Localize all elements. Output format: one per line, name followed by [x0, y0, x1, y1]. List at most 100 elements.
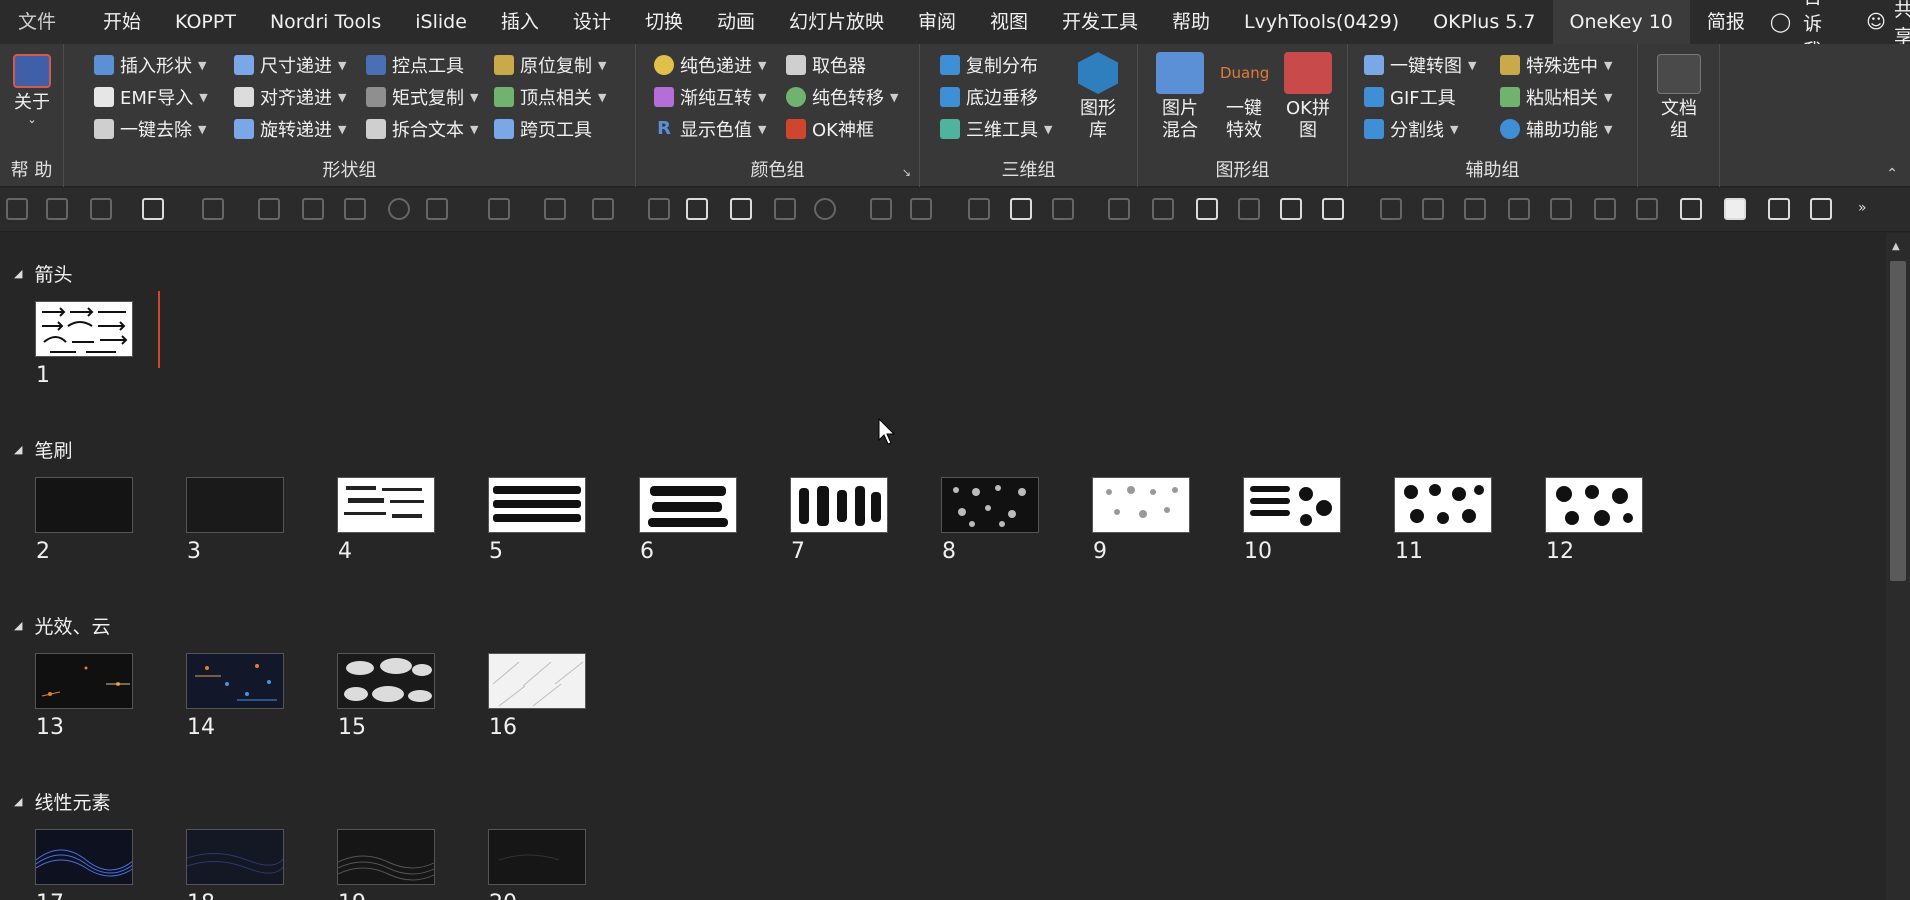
insert-shape-button[interactable]: 插入形状 ▼: [94, 50, 206, 80]
slide-thumbnail[interactable]: [35, 301, 133, 357]
bar-chart-icon[interactable]: [774, 198, 796, 220]
slide-thumbnail[interactable]: [1545, 477, 1643, 533]
one-click-remove-button[interactable]: 一键去除 ▼: [94, 114, 206, 144]
slide-thumbnail[interactable]: [790, 477, 888, 533]
copy-distribute-button[interactable]: 复制分布: [940, 50, 1038, 80]
vertical-scrollbar[interactable]: ▲: [1886, 233, 1910, 900]
shape-library-button[interactable]: 图形库: [1072, 52, 1124, 142]
tab-islide[interactable]: iSlide: [398, 0, 484, 44]
export-icon[interactable]: [1594, 198, 1616, 220]
paste-related-button[interactable]: 粘贴相关 ▼: [1500, 82, 1612, 112]
align-mid-icon[interactable]: [1464, 198, 1486, 220]
slide-thumbnail[interactable]: [488, 477, 586, 533]
dist-h-icon[interactable]: [1380, 198, 1402, 220]
font-a-icon[interactable]: [202, 198, 224, 220]
select-cursor-icon[interactable]: [1280, 198, 1302, 220]
slide-thumbnail[interactable]: [1092, 477, 1190, 533]
one-click-effect-button[interactable]: Duang 一键特效: [1214, 52, 1274, 142]
slide-thumbnail[interactable]: [488, 653, 586, 709]
about-button[interactable]: 关于 ⌄: [8, 54, 56, 126]
tab-nordri-tools[interactable]: Nordri Tools: [253, 0, 398, 44]
align-bottom-icon[interactable]: [1550, 198, 1572, 220]
slide-thumbnail[interactable]: [1243, 477, 1341, 533]
tab-animations[interactable]: 动画: [700, 0, 772, 44]
slide-thumbnail[interactable]: [337, 829, 435, 885]
align-progression-button[interactable]: 对齐递进 ▼: [234, 82, 346, 112]
crop-frame-icon[interactable]: [1680, 198, 1702, 220]
one-click-to-image-button[interactable]: 一键转图 ▼: [1364, 50, 1476, 80]
matrix-copy-button[interactable]: 矩式复制 ▼: [366, 82, 478, 112]
shadow-icon[interactable]: [1010, 198, 1032, 220]
more-tools-icon[interactable]: »: [1858, 200, 1867, 216]
gradient-solid-convert-button[interactable]: 渐纯互转 ▼: [654, 82, 766, 112]
tab-home[interactable]: 开始: [86, 0, 158, 44]
section-header-linear[interactable]: ◢ 线性元素: [14, 788, 110, 815]
document-group-button[interactable]: 文档组: [1652, 54, 1706, 142]
tab-view[interactable]: 视图: [973, 0, 1045, 44]
pen-icon[interactable]: [544, 198, 566, 220]
tab-review[interactable]: 审阅: [901, 0, 973, 44]
mountain-icon[interactable]: [1052, 198, 1074, 220]
frame-icon[interactable]: [1322, 198, 1344, 220]
hash-icon[interactable]: [302, 198, 324, 220]
slide-thumbnail[interactable]: [35, 829, 133, 885]
scrollbar-thumb[interactable]: [1890, 261, 1906, 581]
solid-progression-button[interactable]: 纯色递进 ▼: [654, 50, 766, 80]
gif-tool-button[interactable]: GIF工具: [1364, 82, 1456, 112]
3d-tools-button[interactable]: 三维工具 ▼: [940, 114, 1052, 144]
tab-okplus[interactable]: OKPlus 5.7: [1416, 0, 1552, 44]
tab-lvyhtools[interactable]: LvyhTools(0429): [1227, 0, 1416, 44]
white-square-icon[interactable]: [1724, 198, 1746, 220]
table-icon[interactable]: [870, 198, 892, 220]
solid-transfer-button[interactable]: 纯色转移 ▼: [786, 82, 898, 112]
dialog-launcher-icon[interactable]: ↘: [902, 166, 911, 179]
tab-transitions[interactable]: 切换: [628, 0, 700, 44]
picture-icon[interactable]: [1810, 198, 1832, 220]
section-header-arrows[interactable]: ◢ 箭头: [14, 260, 72, 287]
letter-a-icon[interactable]: [730, 198, 752, 220]
show-color-value-button[interactable]: R 显示色值 ▼: [654, 114, 766, 144]
circle-icon[interactable]: [388, 198, 410, 220]
tab-slideshow[interactable]: 幻灯片放映: [772, 0, 901, 44]
slide-thumbnail[interactable]: [186, 477, 284, 533]
aux-function-button[interactable]: 辅助功能 ▼: [1500, 114, 1612, 144]
ok-magic-frame-button[interactable]: OK神框: [786, 114, 874, 144]
align-top-icon[interactable]: [1508, 198, 1530, 220]
image-toolbar-icon[interactable]: [344, 198, 366, 220]
text-wen-icon[interactable]: [142, 198, 164, 220]
slide-thumbnail[interactable]: [941, 477, 1039, 533]
text-box-icon[interactable]: [90, 198, 112, 220]
fill-icon[interactable]: [488, 198, 510, 220]
tab-developer[interactable]: 开发工具: [1045, 0, 1155, 44]
textbox2-icon[interactable]: [1196, 198, 1218, 220]
slide-thumbnail[interactable]: [1394, 477, 1492, 533]
slide-thumbnail[interactable]: [639, 477, 737, 533]
transform-icon[interactable]: [910, 198, 932, 220]
tab-help[interactable]: 帮助: [1155, 0, 1227, 44]
tab-insert[interactable]: 插入: [484, 0, 556, 44]
pattern-icon[interactable]: [426, 198, 448, 220]
slide-thumbnail[interactable]: [186, 653, 284, 709]
slide-thumbnail[interactable]: [488, 829, 586, 885]
cross-page-tool-button[interactable]: 跨页工具: [494, 114, 592, 144]
emf-import-button[interactable]: EMF导入 ▼: [94, 82, 208, 112]
align-center-icon[interactable]: [46, 198, 68, 220]
ok-collage-button[interactable]: OK拼图: [1278, 52, 1338, 142]
brush-icon[interactable]: [968, 198, 990, 220]
rotate-progression-button[interactable]: 旋转递进 ▼: [234, 114, 346, 144]
shapes-icon[interactable]: [814, 198, 836, 220]
slide-thumbnail[interactable]: [186, 829, 284, 885]
group-icon[interactable]: [1108, 198, 1130, 220]
align-left-icon[interactable]: [6, 198, 28, 220]
divider-line-button[interactable]: 分割线 ▼: [1364, 114, 1458, 144]
image-blend-button[interactable]: 图片混合: [1150, 52, 1210, 142]
slide-thumbnail[interactable]: [337, 653, 435, 709]
slide-thumbnail[interactable]: [337, 477, 435, 533]
special-select-button[interactable]: 特殊选中 ▼: [1500, 50, 1612, 80]
dropper2-icon[interactable]: [648, 198, 670, 220]
tab-koppt[interactable]: KOPPT: [158, 0, 253, 44]
vertex-related-button[interactable]: 顶点相关 ▼: [494, 82, 606, 112]
section-header-brushes[interactable]: ◢ 笔刷: [14, 436, 72, 463]
tab-file[interactable]: 文件: [0, 0, 86, 44]
section-header-light-cloud[interactable]: ◢ 光效、云: [14, 612, 110, 639]
